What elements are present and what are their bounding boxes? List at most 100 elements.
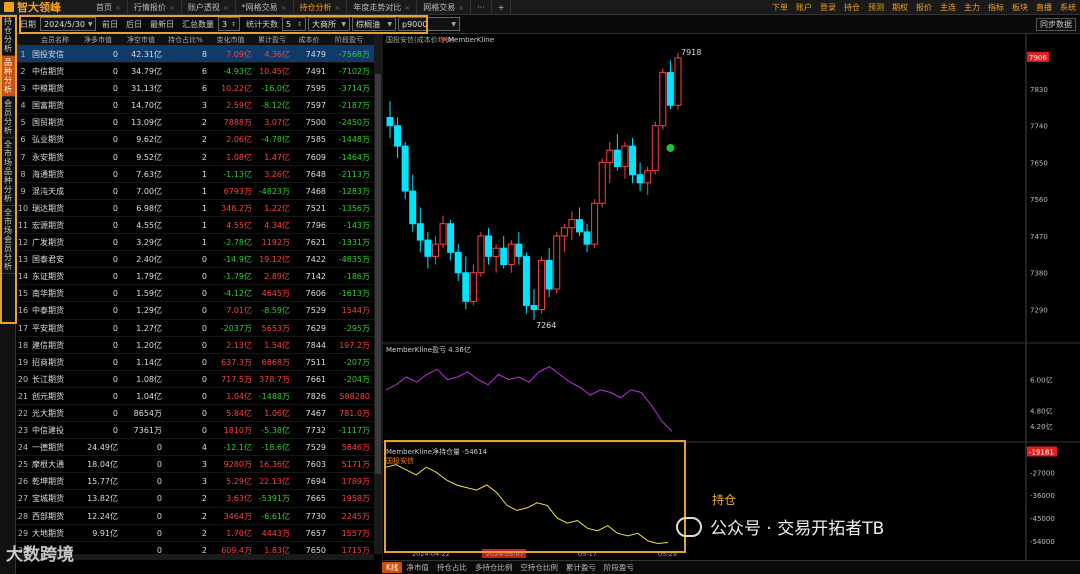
close-icon[interactable]: × bbox=[458, 4, 464, 12]
column-header[interactable]: 会员名称 bbox=[30, 34, 78, 45]
contract-select[interactable]: p9000 ▼ bbox=[398, 17, 460, 31]
date-tick: 05-17 bbox=[578, 550, 597, 558]
column-header[interactable]: 成本价 bbox=[292, 34, 328, 45]
table-cell: 10 bbox=[17, 203, 29, 213]
table-row[interactable]: 8 海通期货 0 7.63亿 1 -1.13亿 3.26亿 7648 -2113万 bbox=[16, 166, 374, 183]
prev-day-button[interactable]: 前日 bbox=[98, 19, 122, 30]
table-row[interactable]: 28 西部期货 12.24亿 0 2 3464万 -6.61亿 7730 2245万 bbox=[16, 508, 374, 525]
bottom-tab-3[interactable]: 多持仓比例 bbox=[471, 562, 517, 573]
sum-stepper[interactable]: 3 ↕ bbox=[218, 17, 240, 31]
sidebar-item-3[interactable]: 全市场品种分析 bbox=[1, 138, 15, 206]
close-icon[interactable]: × bbox=[169, 4, 175, 12]
menu-item-7[interactable]: 主连 bbox=[936, 2, 960, 13]
close-icon[interactable]: × bbox=[115, 4, 121, 12]
menu-item-8[interactable]: 主力 bbox=[960, 2, 984, 13]
table-row[interactable]: 23 中信建投 0 7361万 0 1810万 -5.38亿 7732 -1117万 bbox=[16, 422, 374, 440]
table-row[interactable]: 22 光大期货 0 8654万 0 5.84亿 1.06亿 7467 781.0万 bbox=[16, 405, 374, 423]
column-header[interactable]: 累计盈亏 bbox=[254, 34, 292, 45]
table-row[interactable]: 10 瑞达期货 0 6.98亿 1 348.2万 1.22亿 7521 -1356万 bbox=[16, 200, 374, 217]
close-icon[interactable]: × bbox=[281, 4, 287, 12]
close-icon[interactable]: × bbox=[335, 4, 341, 12]
column-header[interactable]: 净空市值 bbox=[120, 34, 164, 45]
menu-item-9[interactable]: 指标 bbox=[984, 2, 1008, 13]
table-cell: -2113万 bbox=[338, 169, 370, 179]
table-row[interactable]: 7 永安期货 0 9.52亿 2 1.08亿 1.47亿 7609 -1464万 bbox=[16, 149, 374, 166]
variety-select[interactable]: 棕榈油 ▼ bbox=[352, 17, 396, 31]
tab-6[interactable]: 网格交易 × bbox=[417, 0, 472, 15]
bottom-tab-6[interactable]: 阶段盈亏 bbox=[600, 562, 638, 573]
table-row[interactable]: 11 宏源期货 0 4.55亿 1 4.55亿 4.34亿 7796 -143万 bbox=[16, 217, 374, 235]
table-row[interactable]: 12 广发期货 0 3.29亿 1 -2.78亿 1192万 7621 -1331万 bbox=[16, 234, 374, 252]
bottom-tab-4[interactable]: 空持仓比例 bbox=[516, 562, 562, 573]
pnl-title: MemberKline盈亏 4.36亿 bbox=[386, 345, 471, 354]
tab-2[interactable]: 账户透视 × bbox=[182, 0, 236, 15]
table-row[interactable]: 14 东证期货 0 1.79亿 0 -1.79亿 2.89亿 7142 -186万 bbox=[16, 268, 374, 286]
table-row[interactable]: 27 宝城期货 13.82亿 0 2 3.63亿 -5391万 7665 1958万 bbox=[16, 490, 374, 508]
column-header[interactable]: 净多市值 bbox=[78, 34, 120, 45]
tab-5[interactable]: 年度走势对比 × bbox=[347, 0, 418, 15]
latest-day-button[interactable]: 最新日 bbox=[146, 19, 178, 30]
sidebar-item-4[interactable]: 全市场会员分析 bbox=[1, 206, 15, 274]
table-row[interactable]: 17 平安期货 0 1.27亿 0 -2037万 5653万 7629 -295万 bbox=[16, 320, 374, 337]
table-cell: 34.79亿 bbox=[131, 67, 162, 77]
menu-item-0[interactable]: 下单 bbox=[768, 2, 792, 13]
table-row[interactable]: 21 创元期货 0 1.04亿 0 1.04亿 -1488万 7826 588280 bbox=[16, 388, 374, 405]
more-tabs-button[interactable]: ··· bbox=[471, 0, 492, 15]
table-row[interactable]: 5 国贸期货 0 13.09亿 2 7888万 3.07亿 7500 -2450万 bbox=[16, 114, 374, 132]
menu-item-11[interactable]: 直播 bbox=[1032, 2, 1056, 13]
table-row[interactable]: 26 乾坤期货 15.77亿 0 3 5.29亿 22.13亿 7694 1789万 bbox=[16, 473, 374, 491]
tab-1[interactable]: 行情报价 × bbox=[128, 0, 182, 15]
table-row[interactable]: 15 南华期货 0 1.59亿 0 -4.12亿 4645万 7606 -1613万 bbox=[16, 285, 374, 303]
column-header[interactable] bbox=[16, 34, 30, 45]
menu-item-1[interactable]: 账户 bbox=[792, 2, 816, 13]
column-header[interactable]: 持仓占比% bbox=[164, 34, 209, 45]
sidebar-item-2[interactable]: 会员分析 bbox=[1, 97, 15, 138]
tab-3[interactable]: *网格交易 × bbox=[236, 0, 294, 15]
exchange-value: 大商所 bbox=[312, 19, 336, 29]
menu-item-6[interactable]: 报价 bbox=[912, 2, 936, 13]
menu-item-12[interactable]: 系统 bbox=[1056, 2, 1080, 13]
pnl-tick: 4.20亿 bbox=[1030, 422, 1053, 431]
table-row[interactable]: 18 建信期货 0 1.20亿 0 2.13亿 1.54亿 7844 197.2万 bbox=[16, 337, 374, 354]
scroll-thumb[interactable] bbox=[375, 74, 381, 474]
menu-item-4[interactable]: 预测 bbox=[864, 2, 888, 13]
exchange-select[interactable]: 大商所 ▼ bbox=[308, 17, 350, 31]
menu-item-10[interactable]: 板块 bbox=[1008, 2, 1032, 13]
add-tab-button[interactable]: + bbox=[492, 0, 512, 15]
close-icon[interactable]: × bbox=[404, 4, 410, 12]
table-row[interactable]: 3 中粮期货 0 31.13亿 6 10.22亿 -16.0亿 7595 -3714万 bbox=[16, 80, 374, 98]
stat-days-stepper[interactable]: 5 ↕ bbox=[282, 17, 306, 31]
close-icon[interactable]: × bbox=[223, 4, 229, 12]
table-row[interactable]: 1 国投安信 0 42.31亿 8 7.09亿 4.36亿 7479 -7568万 bbox=[16, 46, 374, 64]
table-scrollbar[interactable] bbox=[374, 34, 382, 554]
column-header[interactable]: 阶段盈亏 bbox=[328, 34, 372, 45]
table-row[interactable]: 25 摩根大通 18.04亿 0 3 9280万 16.36亿 7603 5171万 bbox=[16, 456, 374, 474]
tab-4[interactable]: 持仓分析 × bbox=[294, 0, 348, 15]
table-row[interactable]: 4 国富期货 0 14.70亿 3 2.59亿 -8.12亿 7597 -2187万 bbox=[16, 97, 374, 115]
bottom-tab-5[interactable]: 累计盈亏 bbox=[562, 562, 600, 573]
sync-data-button[interactable]: 同步数据 bbox=[1036, 18, 1076, 31]
menu-item-3[interactable]: 持仓 bbox=[840, 2, 864, 13]
table-row[interactable]: 2 中信期货 0 34.79亿 6 -4.93亿 10.45亿 7491 -7102万 bbox=[16, 63, 374, 81]
table-cell: 国富期货 bbox=[32, 101, 64, 111]
table-row[interactable]: 19 招商期货 0 1.14亿 0 637.3万 6868万 7511 -207万 bbox=[16, 354, 374, 371]
table-row[interactable]: 24 一德期货 24.49亿 0 4 -12.1亿 -18.6亿 7529 5846万 bbox=[16, 439, 374, 457]
tab-0[interactable]: 首页 × bbox=[90, 0, 128, 15]
candle-body bbox=[598, 161, 606, 204]
sidebar-item-0[interactable]: 持仓分析 bbox=[1, 15, 15, 56]
menu-item-5[interactable]: 期权 bbox=[888, 2, 912, 13]
table-row[interactable]: 20 长江期货 0 1.08亿 0 717.5万 378.7万 7661 -204万 bbox=[16, 371, 374, 388]
table-row[interactable]: 9 混沌天成 0 7.00亿 1 6793万 -4823万 7468 -1283万 bbox=[16, 183, 374, 200]
date-select[interactable]: 2024/5/30 ▼ bbox=[40, 17, 96, 31]
bottom-tab-0[interactable]: K线 bbox=[382, 562, 403, 573]
column-header[interactable]: 变化市值 bbox=[209, 34, 254, 45]
bottom-tab-2[interactable]: 持仓占比 bbox=[433, 562, 471, 573]
table-row[interactable]: 16 中泰期货 0 1.29亿 0 7.01亿 -8.59亿 7529 1544万 bbox=[16, 302, 374, 320]
table-row[interactable]: 6 弘业期货 0 9.62亿 2 2.06亿 -4.78亿 7585 -1448万 bbox=[16, 131, 374, 149]
menu-item-2[interactable]: 登录 bbox=[816, 2, 840, 13]
tab-label: 账户透视 bbox=[187, 2, 220, 12]
sidebar-item-1[interactable]: 品种分析 bbox=[1, 56, 15, 97]
bottom-tab-1[interactable]: 净市值 bbox=[402, 562, 433, 573]
table-row[interactable]: 13 国泰君安 0 2.40亿 0 -14.9亿 19.12亿 7422 -4835万 bbox=[16, 251, 374, 269]
next-day-button[interactable]: 后日 bbox=[122, 19, 146, 30]
